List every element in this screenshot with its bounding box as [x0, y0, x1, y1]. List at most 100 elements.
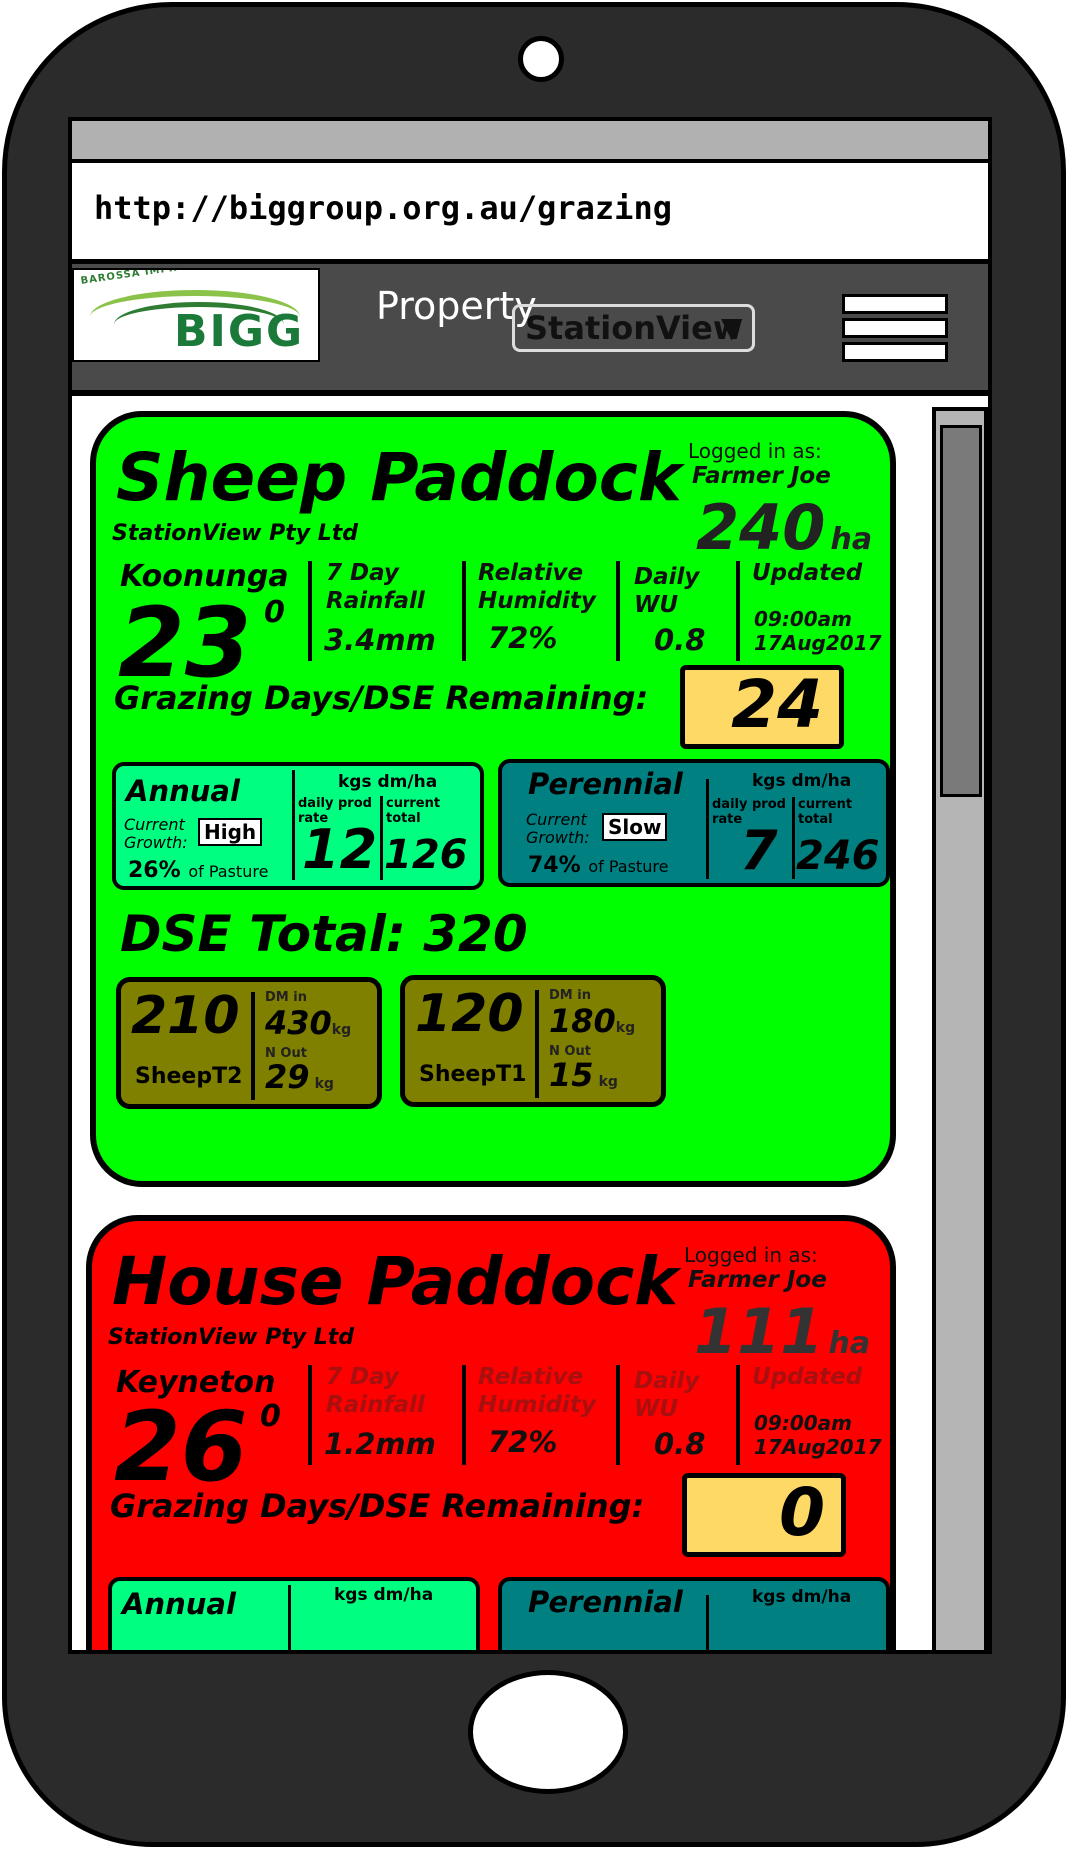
- dm-in-value: 180kg: [549, 1002, 636, 1040]
- logged-in-label: Logged in as:: [684, 1243, 818, 1267]
- paddock-title: Sheep Paddock: [116, 439, 682, 516]
- pasture-name: Perennial: [528, 1585, 683, 1619]
- daily-prod-value: 7: [740, 819, 778, 882]
- paddock-title: House Paddock: [112, 1243, 679, 1320]
- divider: [462, 1365, 466, 1465]
- area-value: 111: [694, 1295, 824, 1368]
- url-bar[interactable]: http://biggroup.org.au/grazing: [72, 163, 988, 264]
- grazing-days-value: 24: [731, 666, 823, 743]
- annual-pasture-panel[interactable]: Annual kgs dm/ha: [108, 1577, 480, 1650]
- humidity-label: Relative Humidity: [478, 1364, 596, 1418]
- current-total-value: 246: [796, 833, 880, 879]
- updated-label: Updated: [752, 1364, 863, 1390]
- humidity-value: 72%: [488, 621, 558, 655]
- divider: [736, 561, 740, 661]
- company-name: StationView Pty Ltd: [112, 521, 359, 546]
- current-total-value: 126: [384, 832, 468, 878]
- user-name: Farmer Joe: [688, 1267, 827, 1293]
- phone-screen: http://biggroup.org.au/grazing BAROSSA I…: [68, 117, 992, 1654]
- units-label: kgs dm/ha: [334, 1585, 434, 1605]
- divider: [288, 1585, 291, 1650]
- dm-in-value: 430kg: [265, 1004, 352, 1042]
- current-total-label: current total: [798, 797, 853, 827]
- current-growth-label: Current Growth:: [526, 810, 590, 847]
- url-text[interactable]: http://biggroup.org.au/grazing: [94, 189, 672, 227]
- divider: [792, 797, 795, 879]
- updated-label: Updated: [752, 560, 863, 586]
- rainfall-label: 7 Day Rainfall: [326, 560, 425, 614]
- units-label: kgs dm/ha: [752, 771, 852, 791]
- divider: [706, 1595, 709, 1650]
- menu-icon-bar: [842, 342, 948, 362]
- grazing-days-label: Grazing Days/DSE Remaining:: [114, 679, 649, 717]
- divider: [308, 1365, 312, 1465]
- growth-badge: Slow: [602, 813, 668, 841]
- daily-prod-value: 12: [302, 818, 378, 881]
- humidity-label: Relative Humidity: [478, 560, 596, 614]
- user-name: Farmer Joe: [692, 463, 831, 489]
- area-unit: ha: [830, 522, 873, 557]
- home-button[interactable]: [468, 1670, 628, 1794]
- perennial-pasture-panel[interactable]: Perennial Current Growth: Slow 74% of Pas…: [498, 759, 890, 887]
- area-unit: ha: [828, 1326, 871, 1361]
- mob-name: SheepT1: [419, 1062, 527, 1087]
- logged-in-label: Logged in as:: [688, 439, 822, 463]
- company-name: StationView Pty Ltd: [108, 1325, 355, 1350]
- logo-tagline: BAROSSA IMPROVED GRAZING GROUP: [80, 270, 318, 287]
- divider: [292, 770, 295, 880]
- growth-badge: High: [198, 818, 263, 846]
- divider: [616, 1365, 620, 1465]
- mob-tile-sheept2[interactable]: 210 SheepT2 DM in 430kg N Out 29 kg: [116, 977, 382, 1109]
- wu-label: Daily WU: [634, 1368, 700, 1422]
- camera-icon: [518, 36, 564, 82]
- scrollbar[interactable]: [932, 407, 988, 1650]
- mob-dse: 210: [131, 986, 240, 1046]
- grazing-days-value: 0: [779, 1474, 825, 1551]
- pasture-name: Annual: [126, 774, 240, 808]
- current-total-label: current total: [386, 796, 441, 826]
- bigg-logo[interactable]: BAROSSA IMPROVED GRAZING GROUP BIGG: [72, 268, 320, 362]
- chevron-down-icon: ▼: [721, 311, 743, 344]
- paddock-card-sheep[interactable]: Sheep Paddock StationView Pty Ltd Logged…: [90, 411, 896, 1187]
- app-header: BAROSSA IMPROVED GRAZING GROUP BIGG Prop…: [72, 264, 988, 396]
- rainfall-value: 3.4mm: [324, 623, 436, 657]
- paddock-area: 111 ha: [694, 1295, 870, 1368]
- wu-value: 0.8: [654, 623, 706, 657]
- divider: [535, 990, 539, 1098]
- pasture-name: Annual: [122, 1587, 236, 1621]
- menu-icon-bar: [842, 294, 948, 314]
- rainfall-label: 7 Day Rainfall: [326, 1364, 425, 1418]
- divider: [462, 561, 466, 661]
- updated-time: 09:00am 17Aug2017: [754, 1411, 882, 1459]
- dm-in-label: DM in: [265, 990, 307, 1005]
- scrollbar-thumb[interactable]: [940, 425, 982, 797]
- pasture-percent: 74% of Pasture: [528, 853, 669, 878]
- paddock-area: 240 ha: [696, 491, 872, 564]
- property-select[interactable]: StationView ▼: [512, 304, 755, 352]
- mob-dse: 120: [415, 984, 524, 1044]
- divider: [251, 992, 255, 1100]
- wu-label: Daily WU: [634, 564, 700, 618]
- area-value: 240: [696, 491, 826, 564]
- updated-time: 09:00am 17Aug2017: [754, 607, 882, 655]
- rainfall-value: 1.2mm: [324, 1427, 436, 1461]
- degree-symbol: 0: [264, 595, 285, 630]
- units-label: kgs dm/ha: [338, 772, 438, 792]
- logo-text: BIGG: [174, 306, 305, 357]
- grazing-days-label: Grazing Days/DSE Remaining:: [110, 1487, 645, 1525]
- hamburger-menu-button[interactable]: [842, 294, 954, 366]
- mob-tile-sheept1[interactable]: 120 SheepT1 DM in 180kg N Out 15 kg: [400, 975, 666, 1107]
- grazing-days-box: 0: [682, 1473, 846, 1557]
- dm-in-label: DM in: [549, 988, 591, 1003]
- mob-name: SheepT2: [135, 1064, 243, 1089]
- pasture-percent: 26% of Pasture: [128, 858, 269, 883]
- n-out-value: 15 kg: [549, 1056, 618, 1094]
- paddock-card-house[interactable]: House Paddock StationView Pty Ltd Logged…: [86, 1215, 896, 1650]
- divider: [308, 561, 312, 661]
- annual-pasture-panel[interactable]: Annual Current Growth: High 26% of Pastur…: [112, 762, 484, 890]
- humidity-value: 72%: [488, 1425, 558, 1459]
- perennial-pasture-panel[interactable]: Perennial kgs dm/ha: [498, 1577, 890, 1650]
- menu-icon-bar: [842, 318, 948, 338]
- divider: [380, 796, 383, 880]
- pasture-name: Perennial: [528, 767, 683, 801]
